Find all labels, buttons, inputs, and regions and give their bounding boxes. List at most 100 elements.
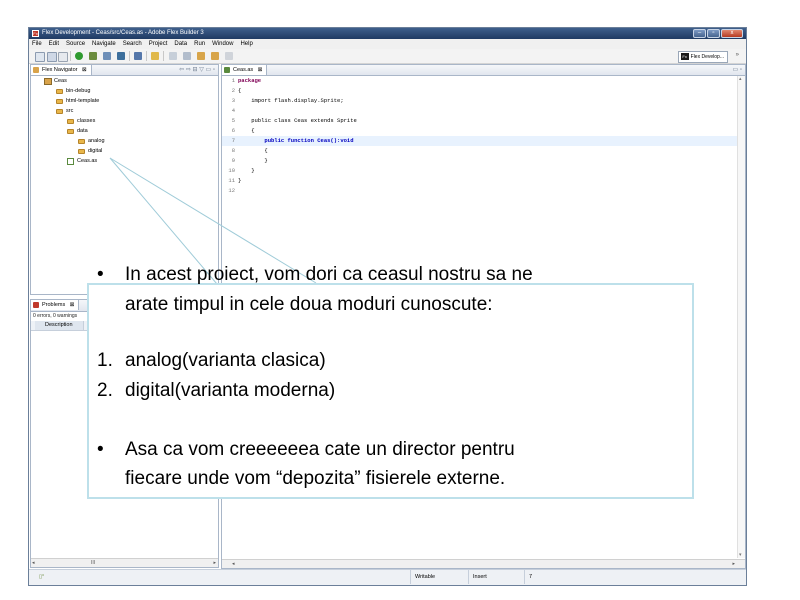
window-title: Flex Development - Ceas/src/Ceas.as - Ad…	[42, 30, 204, 36]
flex-navigator-panel: Flex Navigator ⊠ ⇦ ⇨ ⊟ ▽ ▭ ▫ Ceas bin-de…	[30, 64, 219, 295]
menu-bar: File Edit Source Navigate Search Project…	[29, 39, 746, 49]
title-bar: Fx Flex Development - Ceas/src/Ceas.as -…	[29, 28, 746, 39]
tab-close-icon[interactable]: ⊠	[258, 67, 263, 73]
flex-perspective-icon: Fx	[680, 53, 689, 60]
scroll-thumb-grip[interactable]: III	[91, 559, 95, 567]
problems-icon	[33, 302, 39, 308]
code-line: 6 {	[231, 127, 255, 134]
fast-view-icon[interactable]: ▯°	[39, 570, 44, 584]
code-line: 4	[231, 107, 235, 114]
perspective-label: Flex Develop...	[690, 54, 724, 60]
navigator-view-tools[interactable]: ⇦ ⇨ ⊟ ▽ ▭ ▫	[179, 65, 215, 75]
flex-app-icon: Fx	[32, 30, 39, 37]
editor-view-tools[interactable]: ▭ ▫	[733, 65, 742, 75]
perspective-switcher[interactable]: Fx Flex Develop...	[677, 51, 728, 63]
scroll-down-icon[interactable]: ▾	[739, 552, 742, 558]
column-description[interactable]: Description	[35, 321, 84, 330]
callout-paragraph-2-line-2: fiecare unde vom “depozita” fisierele ex…	[125, 468, 506, 489]
code-line: 3 import flash.display.Sprite;	[231, 97, 344, 104]
status-writable: Writable	[410, 570, 469, 584]
status-position: 7	[524, 570, 579, 584]
profile-icon[interactable]	[103, 52, 111, 60]
minimize-button[interactable]: –	[693, 29, 706, 38]
menu-file[interactable]: File	[29, 39, 46, 49]
menu-window[interactable]: Window	[209, 39, 237, 49]
search-icon[interactable]	[134, 52, 142, 60]
menu-data[interactable]: Data	[171, 39, 191, 49]
callout-paragraph-1-line-1: In acest proiect, vom dori ca ceasul nos…	[125, 264, 533, 285]
menu-run[interactable]: Run	[191, 39, 209, 49]
tab-problems[interactable]: Problems ⊠	[31, 300, 80, 310]
folder-icon	[67, 119, 74, 124]
code-line-current: 7 public function Ceas():void	[222, 136, 737, 146]
callout-paragraph-2-line-1: Asa ca vom creeeeeea cate un director pe…	[125, 439, 515, 460]
list-item-analog: analog(varianta clasica)	[125, 350, 326, 371]
run-icon[interactable]	[75, 52, 83, 60]
folder-icon	[56, 99, 63, 104]
scroll-left-icon[interactable]: ◂	[232, 560, 235, 568]
tab-label: Flex Navigator	[42, 67, 78, 73]
source-folder-icon	[56, 109, 63, 114]
tab-label: Problems	[42, 302, 66, 308]
code-line: 5 public class Ceas extends Sprite	[231, 117, 357, 124]
menu-help[interactable]: Help	[237, 39, 256, 49]
menu-project[interactable]: Project	[146, 39, 172, 49]
new-icon[interactable]	[35, 52, 45, 62]
tab-close-icon[interactable]: ⊠	[82, 67, 87, 73]
status-bar: ▯° Writable Insert 7	[29, 569, 746, 585]
project-icon	[44, 78, 52, 85]
navigator-icon	[33, 67, 39, 73]
explanation-callout: • In acest proiect, vom dori ca ceasul n…	[87, 264, 694, 499]
status-insert: Insert	[468, 570, 525, 584]
folder-icon	[78, 149, 85, 154]
print-icon[interactable]	[58, 52, 68, 62]
scroll-right-icon[interactable]: ▸	[213, 559, 216, 567]
editor-horizontal-scrollbar[interactable]: ◂ ▸	[222, 559, 745, 568]
code-line: 8 {	[231, 147, 268, 154]
tab-flex-navigator[interactable]: Flex Navigator ⊠	[31, 65, 92, 75]
menu-navigate[interactable]: Navigate	[89, 39, 120, 49]
navigator-tabstrip: Flex Navigator ⊠ ⇦ ⇨ ⊟ ▽ ▭ ▫	[31, 65, 218, 76]
save-icon[interactable]	[47, 52, 57, 62]
last-edit-icon[interactable]	[197, 52, 205, 60]
code-line: 10 }	[228, 167, 255, 174]
debug-icon[interactable]	[89, 52, 97, 60]
previous-annotation-icon[interactable]	[183, 52, 191, 60]
edit-icon[interactable]	[151, 52, 159, 60]
code-line: 1 package	[231, 77, 262, 84]
folder-icon	[78, 139, 85, 144]
list-item-digital: digital(varianta moderna)	[125, 380, 336, 401]
folder-icon	[56, 89, 63, 94]
scroll-left-icon[interactable]: ◂	[32, 559, 35, 567]
menu-search[interactable]: Search	[120, 39, 146, 49]
list-number: 2.	[97, 380, 113, 401]
code-line: 12	[228, 187, 235, 194]
actionscript-file-icon	[67, 158, 74, 165]
maximize-button[interactable]: ▫	[707, 29, 720, 38]
menu-edit[interactable]: Edit	[46, 39, 63, 49]
callout-paragraph-1-line-2: arate timpul in cele doua moduri cunoscu…	[125, 294, 493, 315]
folder-icon	[67, 129, 74, 134]
editor-tabstrip: Ceas.as ⊠ ▭ ▫	[222, 65, 745, 76]
code-line: 11}	[228, 177, 242, 184]
problems-horizontal-scrollbar[interactable]: ◂ III ▸	[31, 558, 218, 567]
tab-ceas-as[interactable]: Ceas.as ⊠	[222, 65, 268, 75]
list-number: 1.	[97, 350, 113, 371]
toolbar-overflow-icon[interactable]: »	[736, 52, 739, 58]
code-line: 9 }	[231, 157, 268, 164]
export-icon[interactable]	[117, 52, 125, 60]
editor-vertical-scrollbar[interactable]: ▴ ▾	[737, 76, 745, 558]
scroll-up-icon[interactable]: ▴	[739, 76, 742, 82]
back-icon[interactable]	[211, 52, 219, 60]
forward-icon[interactable]	[225, 52, 233, 60]
tab-close-icon[interactable]: ⊠	[70, 302, 75, 308]
problems-summary: 0 errors, 0 warnings	[33, 313, 78, 319]
main-toolbar: Fx Flex Develop... »	[29, 49, 746, 64]
next-annotation-icon[interactable]	[169, 52, 177, 60]
bullet: •	[97, 439, 104, 460]
menu-source[interactable]: Source	[63, 39, 89, 49]
scroll-right-icon[interactable]: ▸	[732, 560, 735, 568]
close-button[interactable]: x	[721, 29, 743, 38]
tab-label: Ceas.as	[233, 67, 254, 73]
bullet: •	[97, 264, 104, 285]
